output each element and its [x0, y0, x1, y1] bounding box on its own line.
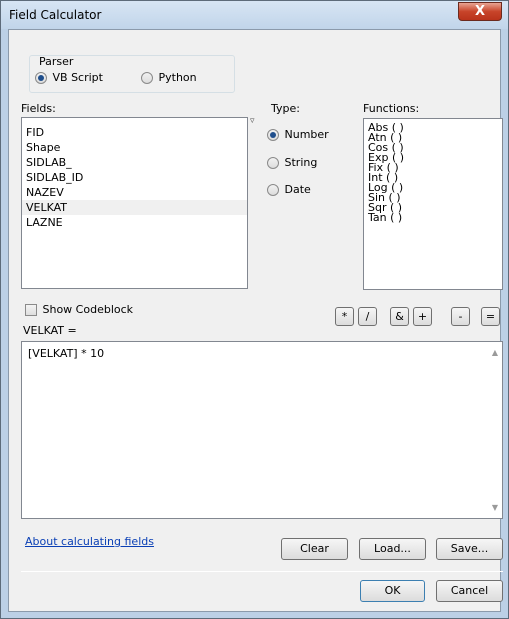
operator-minus-button[interactable]: - — [451, 307, 470, 326]
python-radio[interactable] — [141, 72, 153, 84]
type-option-string[interactable]: String — [267, 156, 317, 169]
fields-label: Fields: — [21, 102, 56, 115]
parser-option-python[interactable]: Python — [141, 71, 197, 84]
field-item-sidlab-id[interactable]: SIDLAB_ID — [22, 170, 247, 185]
operator-equals-button[interactable]: = — [481, 307, 500, 326]
operator-divide-button[interactable]: / — [358, 307, 377, 326]
scroll-down-icon[interactable]: ▼ — [492, 503, 498, 512]
scroll-up-icon[interactable]: ▲ — [492, 348, 498, 357]
show-codeblock-option[interactable]: Show Codeblock — [25, 303, 133, 316]
field-item-fid[interactable]: FID — [22, 125, 247, 140]
expression-label: VELKAT = — [23, 324, 77, 337]
vbscript-radio[interactable] — [35, 72, 47, 84]
show-codeblock-label: Show Codeblock — [42, 303, 134, 316]
vbscript-label: VB Script — [52, 71, 103, 84]
field-item-nazev[interactable]: NAZEV — [22, 185, 247, 200]
expression-text[interactable]: [VELKAT] * 10 — [28, 347, 104, 360]
parser-label: Parser — [39, 55, 74, 68]
number-label: Number — [284, 128, 329, 141]
function-item-tan[interactable]: Tan ( ) — [364, 212, 502, 223]
string-label: String — [284, 156, 318, 169]
expression-editor[interactable]: [VELKAT] * 10 ▲ ▼ — [21, 341, 503, 519]
field-item-velkat[interactable]: VELKAT — [22, 200, 247, 215]
parser-option-vbscript[interactable]: VB Script — [35, 71, 103, 84]
type-option-date[interactable]: Date — [267, 183, 311, 196]
sort-indicator-icon[interactable]: ▿ — [250, 116, 255, 126]
date-label: Date — [284, 183, 311, 196]
fields-list[interactable]: FID Shape SIDLAB_ SIDLAB_ID NAZEV VELKAT… — [21, 117, 248, 289]
number-radio[interactable] — [267, 129, 279, 141]
load-button[interactable]: Load... — [359, 538, 426, 560]
window-title: Field Calculator — [9, 8, 102, 22]
operator-ampersand-button[interactable]: & — [390, 307, 409, 326]
save-button[interactable]: Save... — [436, 538, 503, 560]
field-calculator-window: Field Calculator X Parser VB Script Pyth… — [0, 0, 509, 619]
footer-separator — [21, 571, 503, 572]
dialog-body: Parser VB Script Python Fields: FID Shap… — [8, 29, 503, 612]
type-label: Type: — [271, 102, 300, 115]
functions-list[interactable]: Abs ( ) Atn ( ) Cos ( ) Exp ( ) Fix ( ) … — [363, 118, 503, 290]
type-option-number[interactable]: Number — [267, 128, 329, 141]
title-bar[interactable]: Field Calculator X — [1, 1, 508, 29]
close-button[interactable]: X — [458, 2, 502, 21]
operator-plus-button[interactable]: + — [413, 307, 432, 326]
ok-button[interactable]: OK — [360, 580, 425, 602]
about-calculating-fields-link[interactable]: About calculating fields — [25, 535, 154, 548]
python-label: Python — [158, 71, 197, 84]
date-radio[interactable] — [267, 184, 279, 196]
clear-button[interactable]: Clear — [281, 538, 348, 560]
operator-multiply-button[interactable]: * — [335, 307, 354, 326]
show-codeblock-checkbox[interactable] — [25, 304, 37, 316]
field-item-lazne[interactable]: LAZNE — [22, 215, 247, 230]
string-radio[interactable] — [267, 157, 279, 169]
cancel-button[interactable]: Cancel — [436, 580, 503, 602]
field-item-sidlab[interactable]: SIDLAB_ — [22, 155, 247, 170]
functions-label: Functions: — [363, 102, 420, 115]
field-item-shape[interactable]: Shape — [22, 140, 247, 155]
